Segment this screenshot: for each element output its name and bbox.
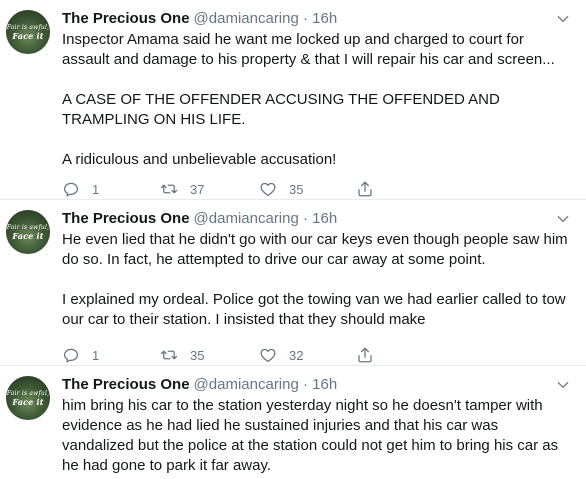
reply-button[interactable]: 1 <box>62 180 99 198</box>
like-count: 32 <box>289 347 304 363</box>
reply-icon <box>63 182 79 197</box>
user-handle[interactable]: @damiancaring <box>194 210 299 227</box>
tweet-thread: Fair is awful, Face it The Precious One @… <box>0 0 586 479</box>
header-separator: · <box>303 210 308 227</box>
chevron-down-icon[interactable] <box>556 212 570 226</box>
user-handle[interactable]: @damiancaring <box>194 376 299 393</box>
heart-icon <box>260 348 276 363</box>
like-button[interactable]: 35 <box>259 180 303 198</box>
reply-count: 1 <box>92 347 100 363</box>
avatar[interactable]: Fair is awful, Face it <box>6 210 50 254</box>
reply-count: 1 <box>92 181 100 197</box>
share-icon <box>358 347 372 363</box>
tweet-actions: 1 35 32 <box>62 346 392 364</box>
header-separator: · <box>303 10 308 27</box>
tweet-text: him bring his car to the station yesterd… <box>62 396 572 476</box>
avatar-text: Fair is awful, Face it <box>6 390 50 406</box>
timestamp[interactable]: 16h <box>312 10 337 27</box>
avatar-line1: Fair is awful, <box>6 24 50 31</box>
tweet-text: He even lied that he didn't go with our … <box>62 230 572 330</box>
share-button[interactable] <box>356 346 374 364</box>
timestamp[interactable]: 16h <box>312 210 337 227</box>
display-name[interactable]: The Precious One <box>62 210 190 227</box>
avatar[interactable]: Fair is awful, Face it <box>6 10 50 54</box>
like-button[interactable]: 32 <box>259 346 303 364</box>
header-separator: · <box>303 376 308 393</box>
heart-icon <box>260 182 276 197</box>
tweet[interactable]: Fair is awful, Face it The Precious One @… <box>0 200 586 366</box>
timestamp[interactable]: 16h <box>312 376 337 393</box>
tweet-paragraph: A CASE OF THE OFFENDER ACCUSING THE OFFE… <box>62 91 500 128</box>
chevron-down-icon[interactable] <box>556 12 570 26</box>
tweet-paragraph: I explained my ordeal. Police got the to… <box>62 291 566 328</box>
avatar-line2: Face it <box>12 397 44 407</box>
share-icon <box>358 181 372 197</box>
tweet-paragraph: Inspector Amama said he want me locked u… <box>62 31 555 68</box>
tweet-text: Inspector Amama said he want me locked u… <box>62 30 572 170</box>
tweet-content: The Precious One @damiancaring · 16h Insp… <box>62 9 572 197</box>
tweet-header: The Precious One @damiancaring · 16h <box>62 9 572 29</box>
tweet-paragraph: him bring his car to the station yesterd… <box>62 397 559 474</box>
avatar-line2: Face it <box>12 231 44 241</box>
like-count: 35 <box>289 181 304 197</box>
display-name[interactable]: The Precious One <box>62 376 190 393</box>
tweet-header: The Precious One @damiancaring · 16h <box>62 375 572 395</box>
retweet-button[interactable]: 35 <box>160 346 204 364</box>
avatar-line1: Fair is awful, <box>6 224 50 231</box>
tweet-content: The Precious One @damiancaring · 16h He e… <box>62 209 572 363</box>
tweet-actions: 1 37 35 <box>62 180 392 198</box>
avatar-line2: Face it <box>12 31 44 41</box>
display-name[interactable]: The Precious One <box>62 10 190 27</box>
retweet-icon <box>160 350 178 360</box>
tweet-paragraph: He even lied that he didn't go with our … <box>62 231 568 268</box>
avatar[interactable]: Fair is awful, Face it <box>6 376 50 420</box>
tweet-paragraph: A ridiculous and unbelievable accusation… <box>62 151 337 168</box>
retweet-count: 35 <box>190 347 205 363</box>
tweet[interactable]: Fair is awful, Face it The Precious One @… <box>0 0 586 200</box>
chevron-down-icon[interactable] <box>556 378 570 392</box>
tweet-header: The Precious One @damiancaring · 16h <box>62 209 572 229</box>
tweet[interactable]: Fair is awful, Face it The Precious One @… <box>0 366 586 479</box>
user-handle[interactable]: @damiancaring <box>194 10 299 27</box>
avatar-text: Fair is awful, Face it <box>6 224 50 240</box>
avatar-text: Fair is awful, Face it <box>6 24 50 40</box>
avatar-line1: Fair is awful, <box>6 390 50 397</box>
share-button[interactable] <box>356 180 374 198</box>
retweet-icon <box>160 184 178 194</box>
retweet-button[interactable]: 37 <box>160 180 204 198</box>
reply-icon <box>63 348 79 363</box>
reply-button[interactable]: 1 <box>62 346 99 364</box>
tweet-content: The Precious One @damiancaring · 16h him … <box>62 375 572 476</box>
retweet-count: 37 <box>190 181 205 197</box>
